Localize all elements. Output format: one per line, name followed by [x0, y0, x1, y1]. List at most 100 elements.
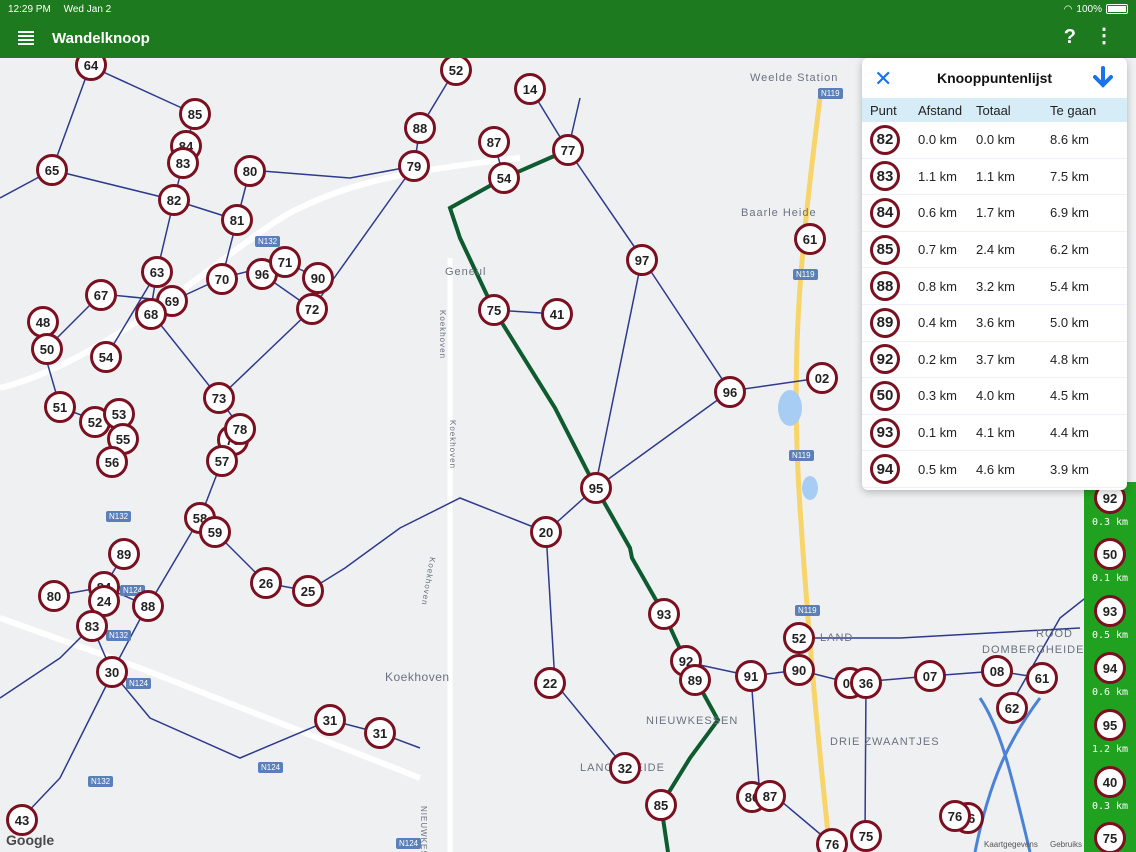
route-row[interactable]: 89 0.4 km 3.6 km 5.0 km [862, 305, 1127, 342]
waypoint-node[interactable]: 80 [234, 155, 266, 187]
route-strip[interactable]: 92 0.3 km 50 0.1 km 93 0.5 km 94 0.6 km 95 1.2 km… [1084, 482, 1136, 852]
waypoint-node[interactable]: 96 [714, 376, 746, 408]
waypoint-node[interactable]: 32 [609, 752, 641, 784]
waypoint-node[interactable]: 83 [76, 610, 108, 642]
waypoint-node[interactable]: 54 [488, 162, 520, 194]
waypoint-node[interactable]: 50 [31, 333, 63, 365]
row-te-gaan: 7.5 km [1050, 168, 1090, 184]
route-row[interactable]: 82 0.0 km 0.0 km 8.6 km [862, 122, 1127, 159]
waypoint-node[interactable]: 30 [96, 656, 128, 688]
more-options-button[interactable]: ⋮ [1094, 26, 1114, 46]
waypoint-node[interactable]: 62 [996, 692, 1028, 724]
waypoint-node[interactable]: 22 [534, 667, 566, 699]
help-button[interactable]: ? [1064, 26, 1076, 49]
waypoint-node[interactable]: 71 [269, 246, 301, 278]
row-afstand: 0.5 km [918, 461, 958, 477]
waypoint-node[interactable]: 89 [679, 664, 711, 696]
waypoint-node[interactable]: 78 [224, 413, 256, 445]
waypoint-node[interactable]: 85 [179, 98, 211, 130]
waypoint-node[interactable]: 90 [783, 654, 815, 686]
waypoint-node[interactable]: 75 [850, 820, 882, 852]
map-terms[interactable]: Gebruiks [1050, 840, 1082, 849]
waypoint-node[interactable]: 85 [645, 789, 677, 821]
download-icon[interactable] [1091, 66, 1115, 90]
waypoint-node[interactable]: 59 [199, 516, 231, 548]
waypoint-node[interactable]: 81 [221, 204, 253, 236]
waypoint-node[interactable]: 57 [206, 445, 238, 477]
place-label: DRIE ZWAANTJES [830, 736, 940, 748]
waypoint-node[interactable]: 61 [794, 223, 826, 255]
waypoint-node[interactable]: 31 [364, 717, 396, 749]
route-row[interactable]: 94 0.5 km 4.6 km 3.9 km [862, 451, 1127, 488]
waypoint-node[interactable]: 80 [38, 580, 70, 612]
route-row[interactable]: 88 0.8 km 3.2 km 5.4 km [862, 268, 1127, 305]
waypoint-node[interactable]: 61 [1026, 662, 1058, 694]
close-icon[interactable]: ✕ [874, 66, 892, 92]
route-row[interactable]: 93 0.1 km 4.1 km 4.4 km [862, 415, 1127, 452]
waypoint-node[interactable]: 51 [44, 391, 76, 423]
route-row[interactable]: 85 0.7 km 2.4 km 6.2 km [862, 232, 1127, 269]
waypoint-node[interactable]: 90 [302, 262, 334, 294]
waypoint-node[interactable]: 76 [939, 800, 971, 832]
waypoint-node[interactable]: 54 [90, 341, 122, 373]
waypoint-node[interactable]: 36 [850, 667, 882, 699]
app-bar: Wandelknoop ? ⋮ [0, 18, 1136, 58]
waypoint-node[interactable]: 73 [203, 382, 235, 414]
waypoint-node[interactable]: 75 [478, 294, 510, 326]
waypoint-node[interactable]: 70 [206, 263, 238, 295]
row-afstand: 0.6 km [918, 205, 958, 221]
waypoint-node[interactable]: 56 [96, 446, 128, 478]
waypoint-node[interactable]: 87 [754, 780, 786, 812]
waypoint-node[interactable]: 25 [292, 575, 324, 607]
waypoint-node[interactable]: 63 [141, 256, 173, 288]
row-te-gaan: 5.0 km [1050, 315, 1090, 331]
row-te-gaan: 8.6 km [1050, 132, 1090, 148]
waypoint-node[interactable]: 52 [783, 622, 815, 654]
waypoint-node[interactable]: 67 [85, 279, 117, 311]
waypoint-node[interactable]: 91 [735, 660, 767, 692]
place-label: NIEUWKESSEN [646, 715, 739, 727]
strip-item[interactable]: 95 1.2 km [1084, 709, 1136, 755]
waypoint-node[interactable]: 68 [135, 298, 167, 330]
waypoint-node[interactable]: 93 [648, 598, 680, 630]
strip-item[interactable]: 75 [1084, 822, 1136, 852]
menu-button[interactable] [0, 18, 52, 58]
route-node-badge: 94 [870, 454, 900, 485]
waypoint-node[interactable]: 83 [167, 147, 199, 179]
waypoint-node[interactable]: 72 [296, 293, 328, 325]
strip-item[interactable]: 40 0.3 km [1084, 766, 1136, 812]
strip-item[interactable]: 94 0.6 km [1084, 652, 1136, 698]
waypoint-node[interactable]: 97 [626, 244, 658, 276]
strip-item[interactable]: 50 0.1 km [1084, 538, 1136, 584]
waypoint-node[interactable]: 02 [806, 362, 838, 394]
waypoint-node[interactable]: 76 [816, 828, 848, 852]
status-time: 12:29 PM [8, 3, 51, 15]
route-row[interactable]: 50 0.3 km 4.0 km 4.5 km [862, 378, 1127, 415]
route-row[interactable]: 83 1.1 km 1.1 km 7.5 km [862, 159, 1127, 196]
row-te-gaan: 6.9 km [1050, 205, 1090, 221]
waypoint-node[interactable]: 95 [580, 472, 612, 504]
route-row[interactable]: 92 0.2 km 3.7 km 4.8 km [862, 342, 1127, 379]
waypoint-node[interactable]: 88 [404, 112, 436, 144]
strip-item[interactable]: 93 0.5 km [1084, 595, 1136, 641]
waypoint-node[interactable]: 88 [132, 590, 164, 622]
waypoint-node[interactable]: 82 [158, 184, 190, 216]
row-te-gaan: 5.4 km [1050, 278, 1090, 294]
waypoint-node[interactable]: 08 [981, 655, 1013, 687]
map-attribution[interactable]: Kaartgegevens [984, 840, 1038, 849]
waypoint-node[interactable]: 20 [530, 516, 562, 548]
waypoint-node[interactable]: 65 [36, 154, 68, 186]
waypoint-node[interactable]: 79 [398, 150, 430, 182]
waypoint-node[interactable]: 26 [250, 567, 282, 599]
row-totaal: 3.2 km [976, 278, 1016, 294]
waypoint-node[interactable]: 41 [541, 298, 573, 330]
waypoint-node[interactable]: 77 [552, 134, 584, 166]
waypoint-node[interactable]: 89 [108, 538, 140, 570]
road-badge: N132 [106, 511, 132, 522]
route-row[interactable]: 84 0.6 km 1.7 km 6.9 km [862, 195, 1127, 232]
waypoint-node[interactable]: 31 [314, 704, 346, 736]
waypoint-node[interactable]: 07 [914, 660, 946, 692]
waypoint-node[interactable]: 87 [478, 126, 510, 158]
strip-distance: 1.2 km [1091, 744, 1129, 755]
waypoint-node[interactable]: 14 [514, 73, 546, 105]
